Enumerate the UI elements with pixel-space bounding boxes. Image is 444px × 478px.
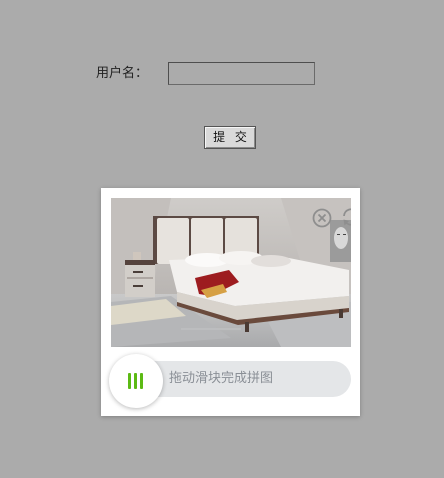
grip-line-icon <box>128 373 131 389</box>
submit-button[interactable]: 提 交 <box>204 126 256 149</box>
slider-handle[interactable] <box>109 354 163 408</box>
close-icon[interactable] <box>311 207 333 229</box>
captcha-panel: 拖动滑块完成拼图 <box>101 188 360 416</box>
slider-hint: 拖动滑块完成拼图 <box>169 371 274 386</box>
grip-line-icon <box>134 373 137 389</box>
username-label: 用户名： <box>96 66 149 81</box>
username-input[interactable] <box>168 62 315 85</box>
grip-line-icon <box>140 373 143 389</box>
captcha-puzzle-image <box>111 198 351 347</box>
refresh-icon[interactable] <box>340 206 351 228</box>
